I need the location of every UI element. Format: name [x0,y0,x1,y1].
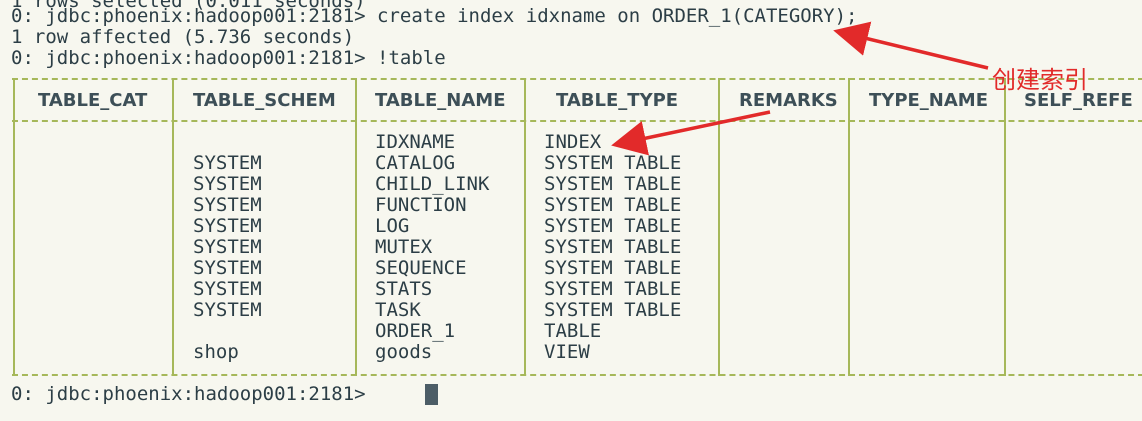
terminal-window[interactable]: 1 rows selected (0.011 seconds) 0: jdbc:… [0,0,1142,421]
annotation-arrows [611,21,989,156]
annotation-arrow-to-command [833,21,989,70]
annotation-arrow-to-index-row [611,110,771,156]
